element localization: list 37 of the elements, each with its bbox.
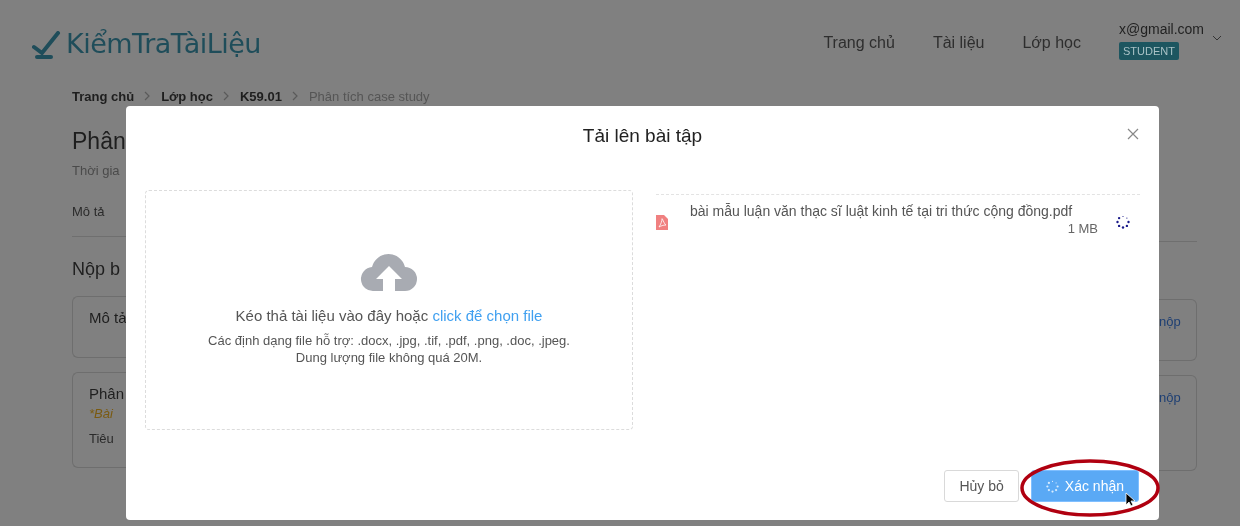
cancel-button[interactable]: Hủy bỏ bbox=[944, 470, 1019, 502]
spinner-icon bbox=[1116, 215, 1130, 229]
chevron-down-icon[interactable] bbox=[1212, 35, 1222, 41]
page-title: Phân bbox=[72, 128, 126, 155]
card-link[interactable]: nộp bbox=[1159, 390, 1181, 405]
checkmark-icon bbox=[32, 30, 62, 59]
format-hint: Các định dạng file hỗ trợ: .docx, .jpg, .tif, .pdf, .png, .doc, .jpeg. Dung lượng file không quá 20M. bbox=[208, 332, 570, 366]
role-badge: STUDENT bbox=[1119, 41, 1179, 60]
card-link[interactable]: nộp bbox=[1159, 314, 1181, 329]
pdf-file-icon bbox=[656, 215, 668, 230]
close-button[interactable] bbox=[1127, 128, 1141, 142]
drop-zone[interactable]: Kéo thả tài liệu vào đây hoặc click để chọn file Các định dạng file hỗ trợ: .docx, .jpg, .tif, .pdf, .png, .doc, .jpeg. Dung lượng file không quá 20M. bbox=[145, 190, 633, 430]
choose-file-link[interactable]: click để chọn file bbox=[432, 307, 543, 324]
chevron-icon bbox=[291, 91, 299, 101]
card-text: Tiêu bbox=[89, 431, 115, 446]
dialog-title: Tải lên bài tập bbox=[582, 125, 703, 147]
tab[interactable]: Mô tả bbox=[72, 204, 105, 219]
nav-link[interactable]: Tài liệu bbox=[932, 34, 985, 52]
file-name: bài mẫu luận văn thạc sĩ luật kinh tế tại tri thức cộng đồng.pdf bbox=[690, 203, 1074, 219]
chevron-icon bbox=[223, 91, 230, 101]
logo[interactable]: KiểmTraTàiLiệu bbox=[66, 27, 261, 59]
breadcrumb-item[interactable]: K59.01 bbox=[240, 88, 282, 104]
card-title: Mô tả bbox=[89, 309, 126, 326]
section-title: Nộp b bbox=[72, 259, 122, 280]
cursor-icon bbox=[1125, 492, 1135, 507]
nav-link[interactable]: Lớp học bbox=[1022, 34, 1081, 52]
drop-prompt: Kéo thả tài liệu vào đây hoặc click để chọn file bbox=[235, 307, 543, 324]
spinner-icon bbox=[1045, 479, 1059, 493]
breadcrumb-item[interactable]: Trang chủ bbox=[72, 88, 135, 104]
confirm-button[interactable]: Xác nhận bbox=[1030, 470, 1139, 502]
card-title: Phân bbox=[89, 385, 126, 402]
nav-link[interactable]: Trang chủ bbox=[823, 34, 895, 52]
user-email[interactable]: x@gmail.com bbox=[1119, 20, 1204, 37]
breadcrumb-item[interactable]: Lớp học bbox=[161, 88, 213, 104]
file-size: 1 MB bbox=[1067, 221, 1098, 236]
chevron-icon bbox=[144, 91, 152, 101]
card-note: *Bài bbox=[89, 406, 114, 421]
